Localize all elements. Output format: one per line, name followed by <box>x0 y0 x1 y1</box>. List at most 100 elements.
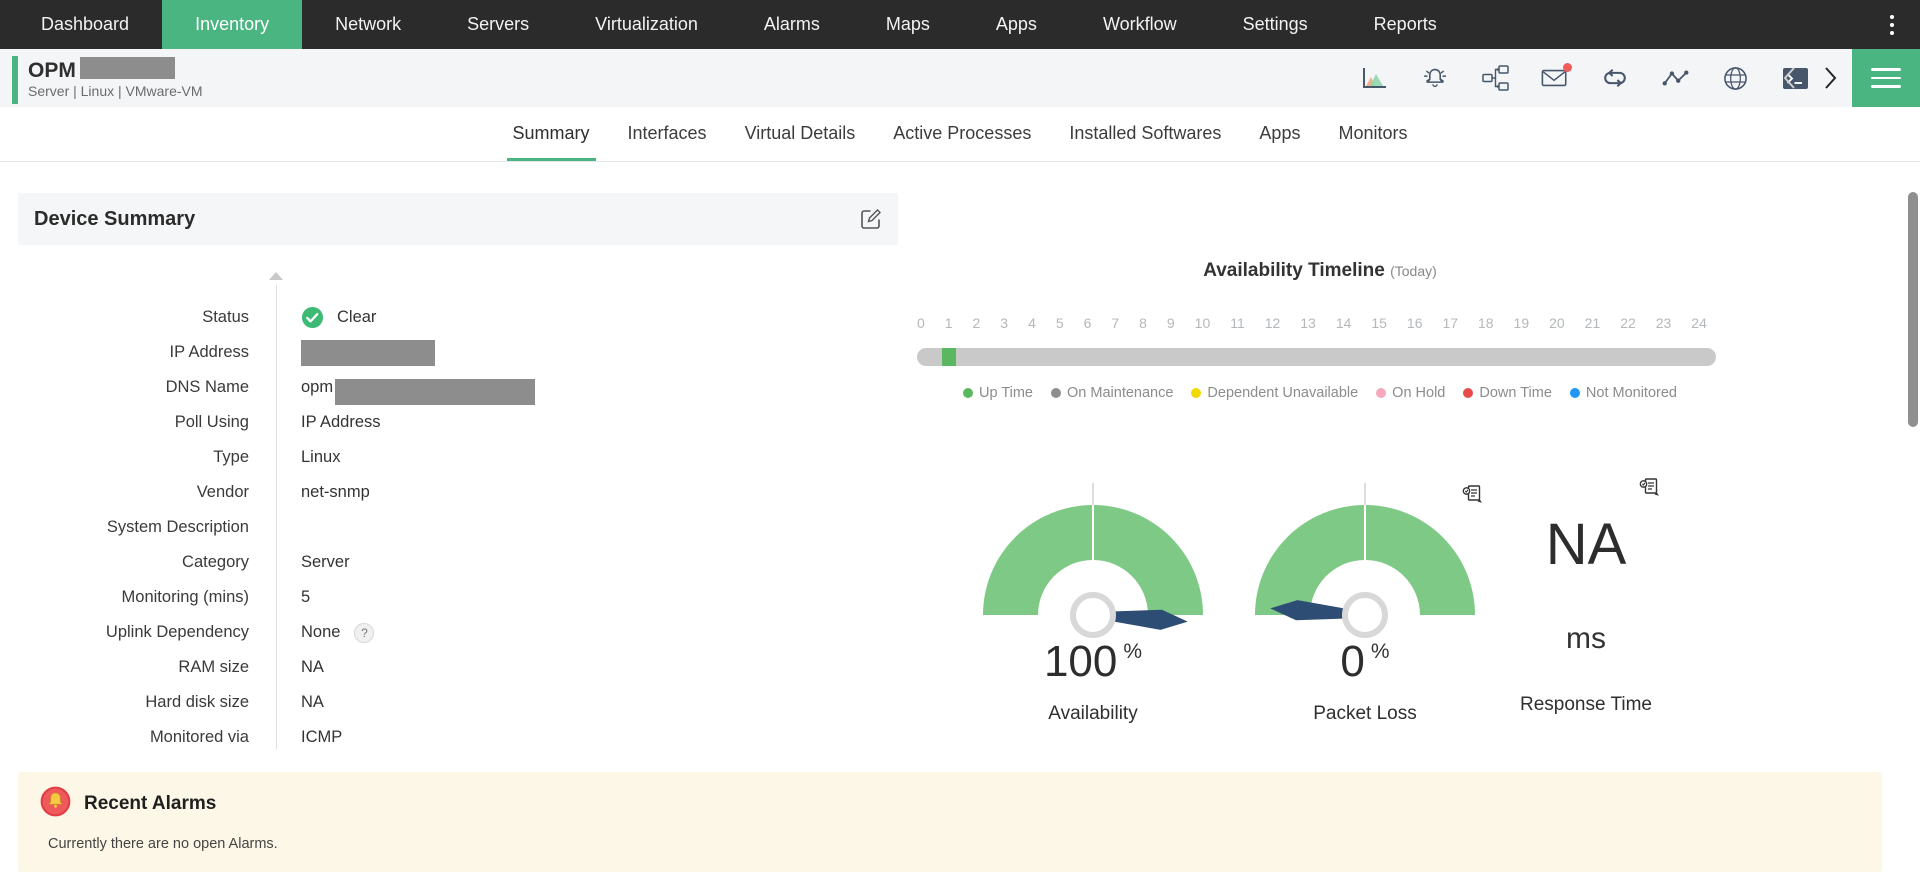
workflow-icon[interactable] <box>1480 63 1510 93</box>
timeline-title-text: Availability Timeline <box>1203 260 1385 281</box>
timeline-tick: 7 <box>1111 315 1120 331</box>
device-subtitle: Server | Linux | VMware-VM <box>28 83 203 99</box>
alarm-bell-icon[interactable] <box>1420 63 1450 93</box>
device-summary-header: Device Summary <box>18 193 898 245</box>
hamburger-menu-button[interactable] <box>1852 49 1920 107</box>
nav-item-servers[interactable]: Servers <box>434 0 562 49</box>
nav-item-alarms[interactable]: Alarms <box>731 0 853 49</box>
tab-installed-softwares[interactable]: Installed Softwares <box>1063 107 1227 161</box>
status-clear-icon <box>301 306 324 329</box>
field-row-dns-name: DNS Name opm <box>18 370 898 405</box>
nav-item-network[interactable]: Network <box>302 0 434 49</box>
recent-alarms-panel: Recent Alarms Currently there are no ope… <box>18 772 1882 872</box>
field-value: ICMP <box>276 728 342 747</box>
legend-dot <box>1569 388 1580 398</box>
field-value-text: NA <box>301 693 324 711</box>
device-summary-panel: Device Summary Status Clear IP Address DNS … <box>18 193 898 755</box>
device-status-accent-bar <box>12 56 18 104</box>
field-row-poll-using: Poll Using IP Address <box>18 405 898 440</box>
tab-active-processes[interactable]: Active Processes <box>887 107 1037 161</box>
packet-loss-value: 0% <box>1340 637 1390 686</box>
timeline-tick: 13 <box>1300 315 1316 331</box>
field-value-text: ICMP <box>301 728 343 746</box>
top-nav-items: Dashboard Inventory Network Servers Virtuali… <box>0 0 1470 49</box>
nav-item-workflow[interactable]: Workflow <box>1070 0 1210 49</box>
loop-icon[interactable] <box>1600 63 1630 93</box>
help-icon[interactable]: ? <box>354 622 375 643</box>
timeline-tick: 23 <box>1655 315 1672 331</box>
field-label: Hard disk size <box>145 693 249 711</box>
legend-item-not-monitored: Not Monitored <box>1569 385 1677 401</box>
nav-item-inventory[interactable]: Inventory <box>162 0 303 49</box>
timeline-tick: 21 <box>1584 315 1601 331</box>
response-time-unit: ms <box>1566 622 1606 655</box>
gauge-tickline <box>1364 483 1366 560</box>
timeline-tick: 19 <box>1513 315 1530 331</box>
timeline-uptime-segment <box>941 348 957 366</box>
availability-value: 100% <box>1043 637 1143 686</box>
field-label: Category <box>182 553 249 571</box>
response-time-block: NA ms Response Time <box>1466 478 1706 716</box>
tab-apps[interactable]: Apps <box>1253 107 1306 161</box>
field-value-text: None <box>301 623 341 641</box>
nav-item-virtualization[interactable]: Virtualization <box>562 0 731 49</box>
collapse-arrow-icon[interactable] <box>269 272 283 280</box>
gauge-tickline <box>1092 483 1094 560</box>
sparkline-icon[interactable] <box>1660 63 1690 93</box>
availability-timeline: Availability Timeline (Today) 0123456789… <box>905 260 1735 401</box>
tab-summary[interactable]: Summary <box>506 107 596 161</box>
timeline-tick: 16 <box>1406 315 1423 331</box>
nav-item-settings[interactable]: Settings <box>1210 0 1341 49</box>
timeline-tick: 20 <box>1549 315 1565 331</box>
mail-icon[interactable] <box>1540 63 1572 93</box>
legend-label: On Hold <box>1392 385 1446 401</box>
field-value: IP Address <box>276 413 381 432</box>
field-row-status: Status Clear <box>18 300 898 335</box>
nav-item-dashboard[interactable]: Dashboard <box>8 0 162 49</box>
report-icon[interactable] <box>1639 478 1660 502</box>
edit-icon[interactable] <box>860 208 882 230</box>
field-row-uplink-dependency: Uplink Dependency None? <box>18 615 898 650</box>
web-globe-icon[interactable] <box>1720 63 1750 93</box>
timeline-legend: Up Time On Maintenance Dependent Unavailab… <box>905 385 1735 401</box>
timeline-period: (Today) <box>1390 263 1437 279</box>
timeline-tick: 3 <box>1000 315 1009 331</box>
availability-gauge: 100% Availability <box>983 483 1203 725</box>
legend-item-on-hold: On Hold <box>1376 385 1445 401</box>
availability-label: Availability <box>1048 703 1138 724</box>
field-value: Clear <box>276 306 376 329</box>
previous-device-chevron-icon[interactable] <box>1774 49 1804 107</box>
field-value: opm <box>276 375 536 405</box>
legend-label: Down Time <box>1479 385 1552 401</box>
timeline-tick: 9 <box>1166 315 1175 331</box>
tab-interfaces[interactable]: Interfaces <box>622 107 713 161</box>
nav-item-reports[interactable]: Reports <box>1341 0 1470 49</box>
kebab-menu-icon[interactable] <box>1882 0 1902 49</box>
device-summary-fields: Status Clear IP Address DNS Name opm Poll Usi… <box>18 245 898 755</box>
legend-item-up-time: Up Time <box>963 385 1033 401</box>
timeline-tick: 11 <box>1230 315 1245 331</box>
redacted-device-name <box>79 57 175 79</box>
timeline-tick: 2 <box>972 315 981 331</box>
field-value: Server <box>276 553 350 572</box>
vertical-scrollbar[interactable] <box>1908 192 1918 427</box>
field-row-ip-address: IP Address <box>18 335 898 370</box>
redacted-value <box>335 378 536 405</box>
field-label: Type <box>213 448 249 466</box>
legend-dot <box>1051 388 1062 398</box>
performance-chart-icon[interactable] <box>1360 63 1390 93</box>
nav-item-apps[interactable]: Apps <box>963 0 1070 49</box>
field-label: RAM size <box>178 658 249 676</box>
tab-bar: Summary Interfaces Virtual Details Active P… <box>0 107 1920 162</box>
tab-virtual-details[interactable]: Virtual Details <box>739 107 862 161</box>
nav-item-maps[interactable]: Maps <box>853 0 963 49</box>
legend-label: Up Time <box>979 385 1034 401</box>
gauge-hub <box>1070 592 1116 638</box>
tab-monitors[interactable]: Monitors <box>1332 107 1413 161</box>
timeline-bar[interactable] <box>917 348 1716 366</box>
legend-item-down-time: Down Time <box>1463 385 1552 401</box>
next-device-chevron-icon[interactable] <box>1816 49 1846 107</box>
field-label: Vendor <box>196 483 249 501</box>
timeline-tick: 4 <box>1028 315 1036 331</box>
field-row-ram-size: RAM size NA <box>18 650 898 685</box>
